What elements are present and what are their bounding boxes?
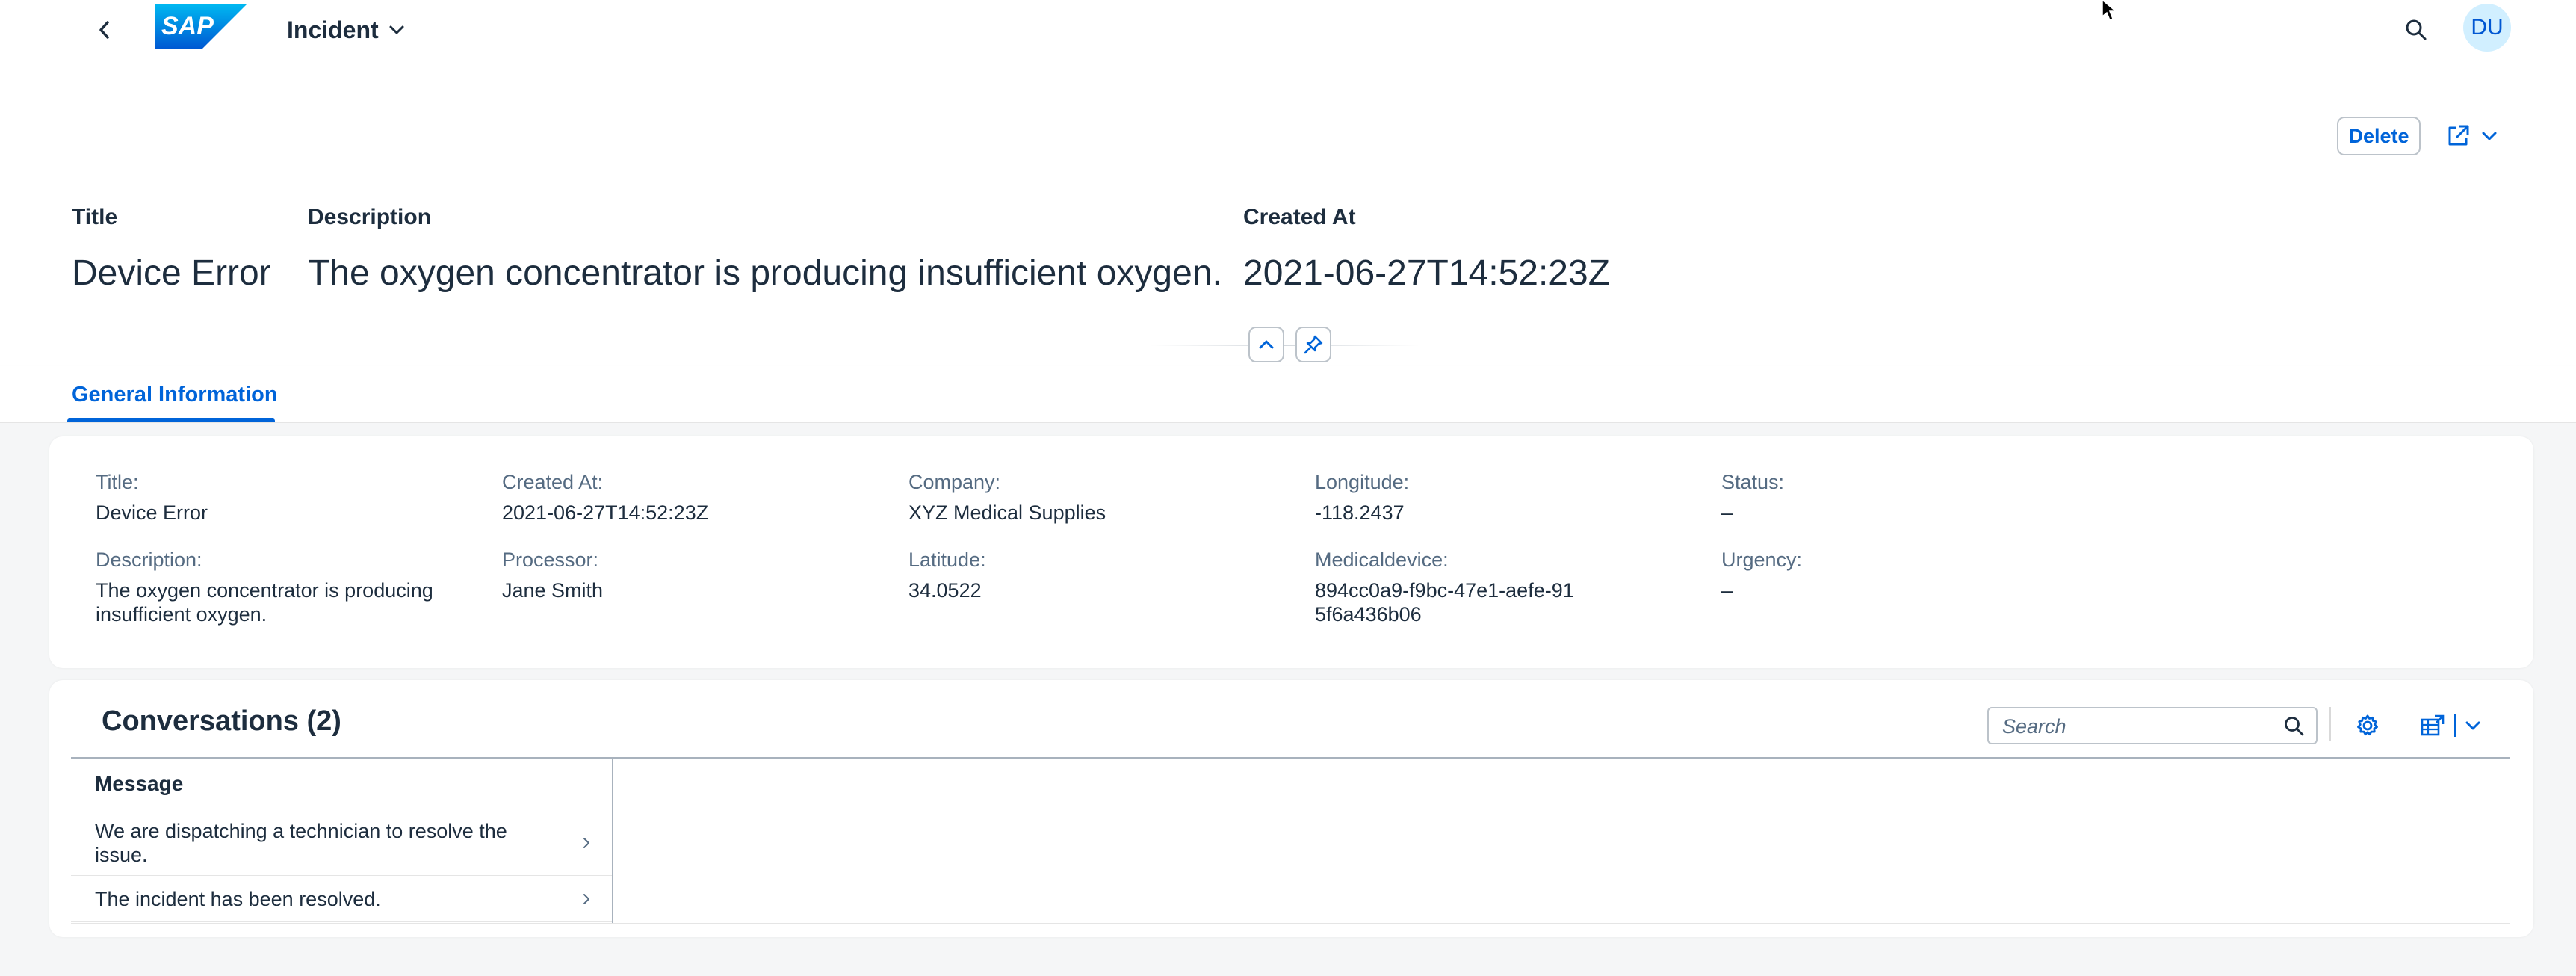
- conversations-search-input[interactable]: Search: [1987, 707, 2318, 744]
- app-title: Incident: [287, 16, 379, 43]
- tab-bar: General Information: [0, 366, 2576, 423]
- conversations-title: Conversations (2): [102, 705, 341, 737]
- table-row[interactable]: We are dispatching a technician to resol…: [71, 810, 612, 876]
- chevron-down-icon: [389, 25, 404, 34]
- shell-search-button[interactable]: [2398, 12, 2434, 48]
- chevron-right-icon: [583, 838, 589, 848]
- gear-icon: [2357, 714, 2378, 736]
- field-processor-label: Processor:: [502, 549, 599, 571]
- tab-general-information[interactable]: General Information: [67, 366, 282, 423]
- toolbar-separator: [2329, 707, 2331, 741]
- row-message: The incident has been resolved.: [95, 888, 381, 910]
- chevron-up-icon: [1259, 340, 1274, 349]
- app-title-menu[interactable]: Incident: [287, 15, 406, 45]
- shell-bar: SAP Incident DU: [0, 0, 2576, 60]
- field-description-label: Description:: [96, 549, 202, 571]
- chevron-left-icon: [99, 21, 109, 39]
- tab-selected-indicator: [67, 418, 275, 422]
- export-spreadsheet-icon: [2421, 714, 2445, 736]
- search-placeholder: Search: [2002, 715, 2066, 738]
- table-column-border: [612, 758, 613, 924]
- table-header-row: Message: [71, 759, 612, 809]
- header-divider: [1151, 345, 1419, 346]
- table-bottom-border: [71, 923, 2510, 924]
- share-menu-button[interactable]: [2437, 117, 2506, 155]
- user-avatar[interactable]: DU: [2463, 4, 2511, 52]
- field-medicaldevice-label: Medicaldevice:: [1315, 549, 1449, 571]
- row-message: We are dispatching a technician to resol…: [95, 820, 507, 866]
- header-description-value: The oxygen concentrator is producing ins…: [308, 253, 1222, 293]
- export-separator: [2454, 714, 2456, 737]
- field-created-at-value: 2021-06-27T14:52:23Z: [502, 501, 709, 524]
- field-latitude-value: 34.0522: [908, 579, 982, 602]
- field-processor-value: Jane Smith: [502, 579, 604, 602]
- export-menu-button[interactable]: [2409, 707, 2492, 744]
- field-latitude-label: Latitude:: [908, 549, 986, 571]
- chevron-right-icon: [583, 894, 589, 904]
- mouse-pointer-icon: [2102, 0, 2118, 22]
- table-row[interactable]: The incident has been resolved.: [71, 876, 612, 922]
- field-title-value: Device Error: [96, 501, 208, 524]
- field-medicaldevice-value: 894cc0a9-f9bc-47e1-aefe-915f6a436b06: [1315, 579, 1574, 626]
- header-created-at-value: 2021-06-27T14:52:23Z: [1243, 253, 1611, 293]
- share-icon: [2448, 125, 2469, 146]
- sap-logo: SAP: [155, 4, 247, 49]
- header-created-at-label: Created At: [1243, 205, 1356, 229]
- chevron-down-icon: [2465, 721, 2480, 730]
- column-header-message[interactable]: Message: [95, 772, 183, 796]
- header-title-label: Title: [72, 205, 118, 229]
- header-title-value: Device Error: [72, 253, 271, 293]
- field-status-label: Status:: [1721, 471, 1785, 493]
- field-longitude-label: Longitude:: [1315, 471, 1410, 493]
- field-longitude-value: -118.2437: [1315, 501, 1405, 524]
- field-status-value: –: [1721, 501, 1733, 524]
- pin-icon: [1304, 335, 1323, 354]
- field-company-label: Company:: [908, 471, 1001, 493]
- field-description-value: The oxygen concentrator is producing ins…: [96, 579, 433, 626]
- field-urgency-value: –: [1721, 579, 1733, 602]
- field-urgency-label: Urgency:: [1721, 549, 1803, 571]
- field-company-value: XYZ Medical Supplies: [908, 501, 1106, 524]
- back-button[interactable]: [88, 13, 121, 46]
- chevron-down-icon: [2482, 132, 2497, 140]
- field-title-label: Title:: [96, 471, 139, 493]
- general-info-card: [49, 436, 2533, 668]
- search-icon: [2406, 19, 2427, 40]
- table-settings-button[interactable]: [2349, 707, 2386, 744]
- delete-button[interactable]: Delete: [2337, 117, 2421, 155]
- collapse-header-button[interactable]: [1248, 327, 1284, 362]
- header-description-label: Description: [308, 205, 432, 229]
- pin-header-button[interactable]: [1295, 327, 1331, 362]
- field-created-at-label: Created At:: [502, 471, 604, 493]
- search-icon[interactable]: [2283, 715, 2306, 738]
- svg-text:SAP: SAP: [161, 12, 214, 40]
